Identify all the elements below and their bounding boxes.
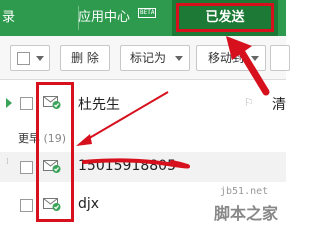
arrow-head [76,134,92,146]
mail-sender: 15015918805 [78,158,176,174]
row-checkbox[interactable] [20,97,33,110]
move-to-dropdown[interactable]: 移动到 [196,45,266,71]
watermark-brand: 脚本之家 [214,204,279,223]
chevron-down-icon [175,56,183,61]
select-all-dropdown[interactable] [10,45,50,71]
mail-preview: 清 [272,97,286,113]
tab-app-center-label: 应用中心 [78,10,131,25]
beta-badge: BETA [138,8,157,18]
row-checkbox[interactable] [20,161,33,174]
chevron-down-icon [36,56,44,61]
tab-partial[interactable]: 录 [0,0,24,36]
more-button[interactable] [270,45,290,71]
move-to-label: 移动到 [207,51,244,65]
select-all-checkbox[interactable] [17,52,30,65]
row-checkbox[interactable] [20,199,33,212]
mark-as-dropdown[interactable]: 标记为 [120,45,190,71]
flag-icon[interactable]: ⚐ [244,96,258,109]
mark-as-label: 标记为 [129,51,166,65]
delete-button[interactable]: 删 除 [60,45,110,71]
play-triangle-icon [6,98,12,108]
chevron-down-icon [251,56,259,61]
highlight-box-sent-tab [176,3,274,32]
tab-app-center[interactable]: 应用中心 BETA [78,0,170,36]
mail-sender: djx [78,196,100,212]
watermark-site: jb51.net [220,186,269,197]
highlight-box-envelope-icons [36,82,74,222]
drag-handle-icon[interactable]: ⁞ [6,158,12,174]
mail-sender: 杜先生 [78,97,120,113]
mail-toolbar: 删 除 标记为 移动到 [0,36,290,80]
